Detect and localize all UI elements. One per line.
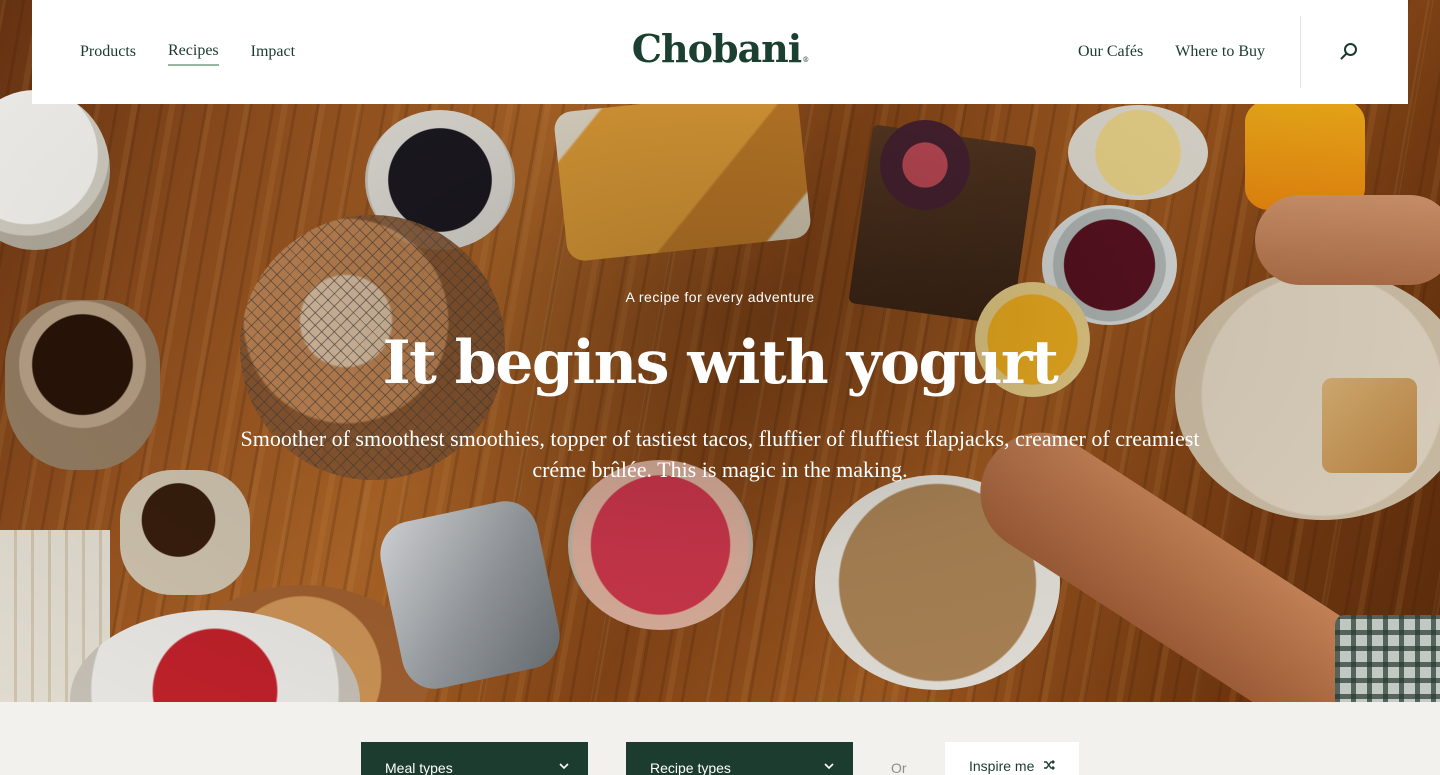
- primary-nav: Products Recipes Impact: [80, 0, 295, 104]
- inspire-me-button[interactable]: Inspire me: [945, 742, 1079, 775]
- hero-section: A recipe for every adventure It begins w…: [0, 0, 1440, 702]
- registered-mark: ®: [802, 56, 809, 64]
- hero-headline: It begins with yogurt: [382, 328, 1059, 398]
- nav-link-recipes[interactable]: Recipes: [168, 38, 219, 66]
- chevron-down-icon: [824, 763, 834, 770]
- or-separator: Or: [891, 760, 907, 775]
- meal-types-label: Meal types: [385, 760, 453, 775]
- recipe-types-dropdown[interactable]: Recipe types: [626, 742, 853, 775]
- site-header: Products Recipes Impact Chobani® Our Caf…: [32, 0, 1408, 104]
- logo-wordmark: Chobani: [631, 26, 802, 71]
- brand-logo[interactable]: Chobani®: [631, 26, 809, 71]
- meal-types-dropdown[interactable]: Meal types: [361, 742, 588, 775]
- nav-link-our-cafes[interactable]: Our Cafés: [1078, 39, 1143, 65]
- hero-subhead: Smoother of smoothest smoothies, topper …: [240, 426, 1200, 482]
- nav-link-where-to-buy[interactable]: Where to Buy: [1175, 39, 1265, 65]
- secondary-nav: Our Cafés Where to Buy: [1078, 0, 1265, 104]
- recipe-types-label: Recipe types: [650, 760, 731, 775]
- recipe-filter-bar: Meal types Recipe types Or Inspire me: [0, 702, 1440, 775]
- search-icon: [1340, 43, 1357, 60]
- nav-link-products[interactable]: Products: [80, 39, 136, 65]
- chevron-down-icon: [559, 763, 569, 770]
- shuffle-icon: [1044, 760, 1055, 770]
- header-divider: [1300, 16, 1301, 88]
- search-button[interactable]: [1335, 38, 1363, 66]
- nav-link-impact[interactable]: Impact: [251, 39, 295, 65]
- inspire-me-label: Inspire me: [969, 758, 1035, 774]
- hero-eyebrow: A recipe for every adventure: [625, 289, 815, 305]
